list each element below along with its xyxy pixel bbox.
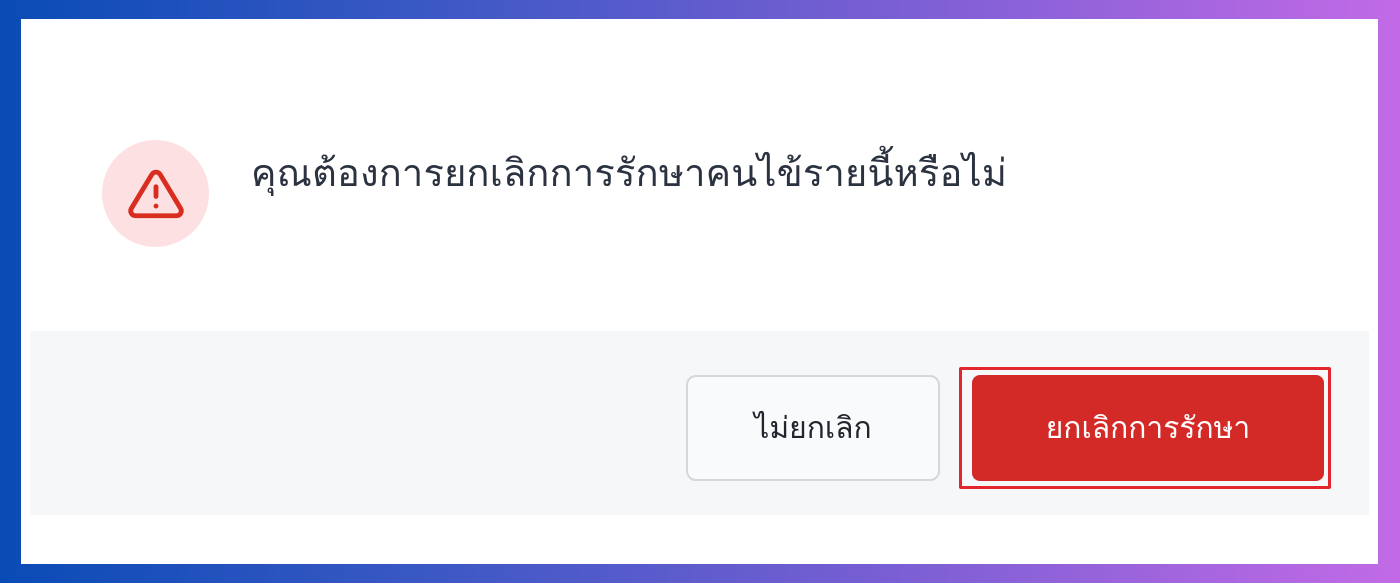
warning-icon-badge [102,140,209,247]
keep-treatment-button[interactable]: ไม่ยกเลิก [686,375,940,481]
dialog-footer: ไม่ยกเลิก ยกเลิกการรักษา [30,331,1369,515]
dialog-message: คุณต้องการยกเลิกการรักษาคนไข้รายนี้หรือไ… [251,151,1008,195]
warning-triangle-icon [127,169,184,218]
cancel-treatment-button[interactable]: ยกเลิกการรักษา [972,375,1324,481]
confirmation-dialog: คุณต้องการยกเลิกการรักษาคนไข้รายนี้หรือไ… [21,19,1378,564]
dialog-body: คุณต้องการยกเลิกการรักษาคนไข้รายนี้หรือไ… [21,19,1378,331]
